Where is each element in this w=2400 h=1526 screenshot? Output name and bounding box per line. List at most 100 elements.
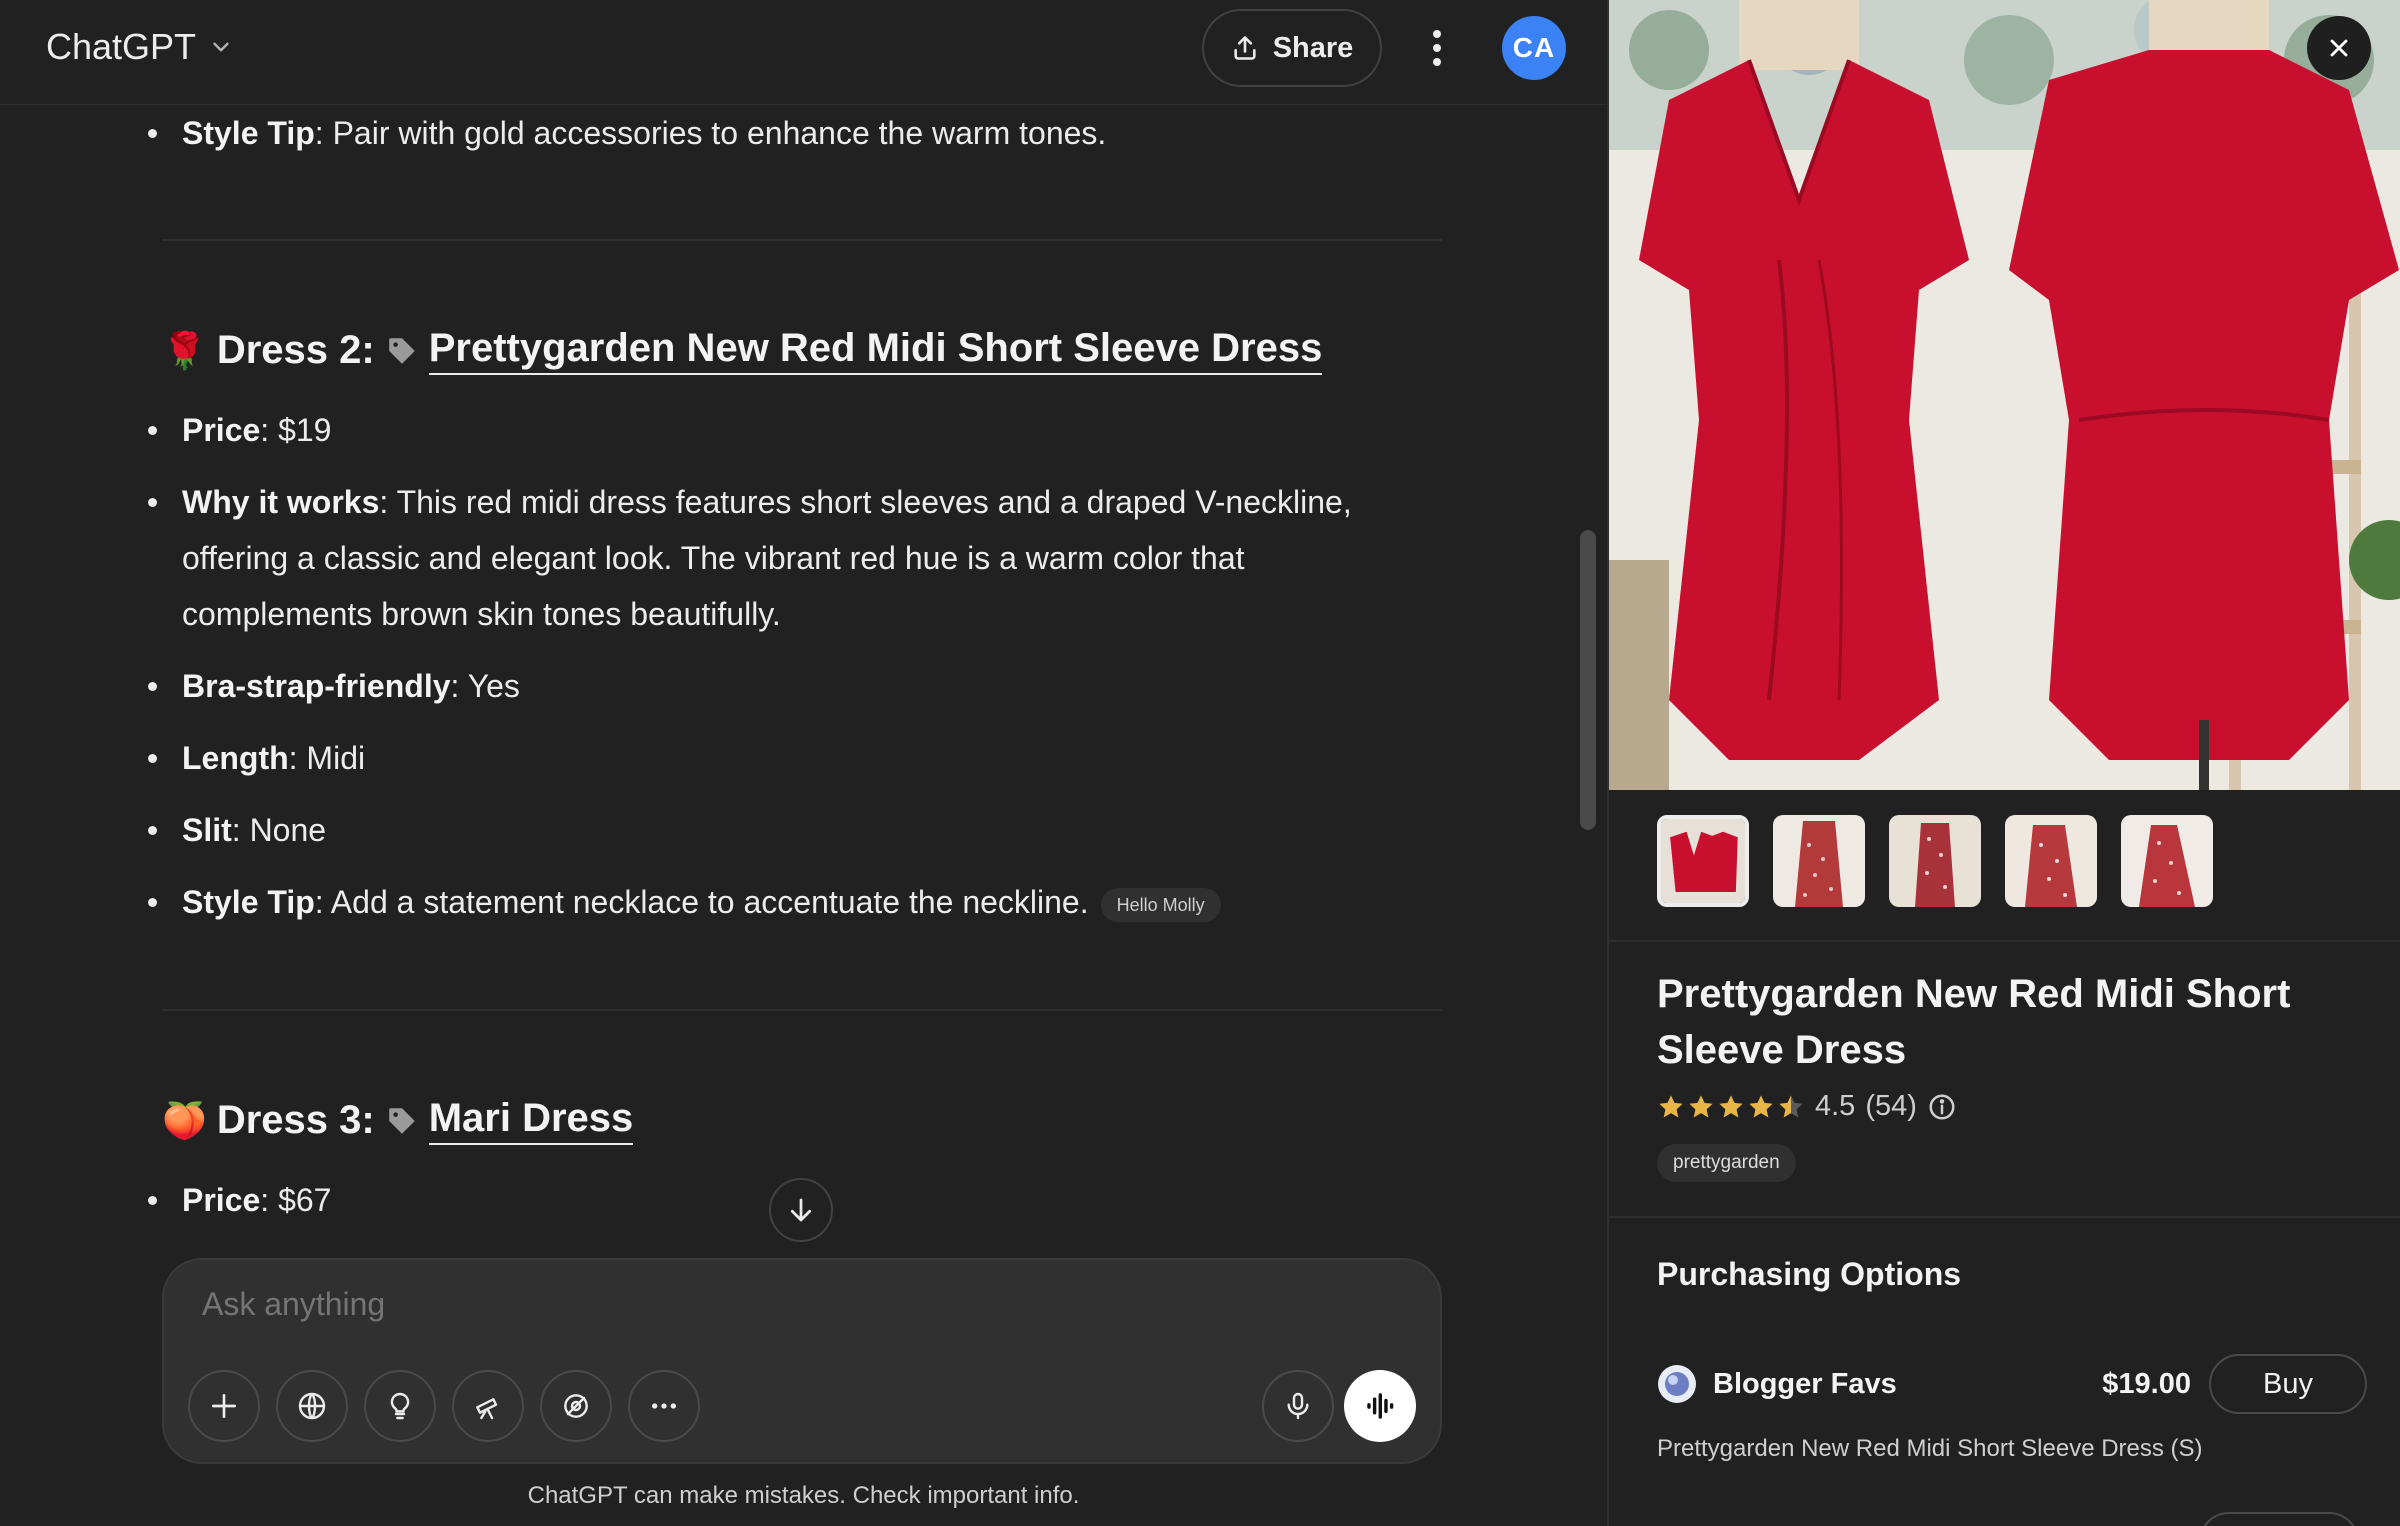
list-item: Slit: None (148, 802, 1432, 858)
more-icon (652, 1403, 676, 1409)
waveform-icon (1367, 1393, 1394, 1419)
thumbnail[interactable] (1889, 815, 1981, 907)
dictate-button[interactable] (1262, 1370, 1334, 1442)
voice-mode-button[interactable] (1344, 1370, 1416, 1442)
globe-icon (298, 1392, 326, 1420)
plus-icon (212, 1394, 236, 1418)
bullet-label: Why it works (182, 484, 380, 520)
seller-name: Blogger Favs (1713, 1367, 1897, 1400)
bullet-text: : Midi (288, 740, 366, 776)
close-button[interactable] (2307, 16, 2371, 80)
panel-divider (1609, 940, 2400, 942)
seller-logo-icon (1658, 1365, 1696, 1403)
section-divider (162, 1009, 1442, 1011)
scrollbar[interactable] (1580, 530, 1596, 830)
product-title: Prettygarden New Red Midi Short Sleeve D… (1657, 972, 2291, 1072)
list-item: Price: $19 (148, 402, 1432, 458)
scroll-down-button[interactable] (769, 1178, 833, 1242)
dress-2-heading: 🌹 Dress 2: Prettygarden New Red Midi Sho… (162, 326, 1323, 375)
model-selector[interactable]: ChatGPT (46, 26, 234, 68)
avatar[interactable]: CA (1502, 16, 1566, 80)
source-chip[interactable]: Hello Molly (1100, 887, 1221, 922)
close-icon (2330, 39, 2348, 57)
dress-photo (1609, 0, 2400, 790)
top-bar: ChatGPT Share CA (0, 0, 1607, 105)
list-item: Why it works: This red midi dress featur… (148, 474, 1432, 642)
disclaimer: ChatGPT can make mistakes. Check importa… (527, 1482, 1080, 1509)
rating-value: 4.5 (1815, 1090, 1856, 1122)
purchasing-options-title: Purchasing Options (1657, 1256, 1962, 1292)
chevron-down-icon (213, 42, 229, 52)
dress-2-prefix: Dress 2: (216, 328, 375, 372)
seller-row: Blogger Favs $19.00 Buy (1657, 1354, 2367, 1414)
list-item: Bra-strap-friendly: Yes (148, 658, 1432, 714)
deep-research-button[interactable] (452, 1370, 524, 1442)
bullet-label: Style Tip (182, 115, 315, 151)
bullet-label: Price (182, 412, 261, 448)
star-icon (1719, 1094, 1743, 1117)
web-search-button[interactable] (276, 1370, 348, 1442)
star-icon (1659, 1094, 1683, 1117)
list-item: Style Tip: Add a statement necklace to a… (148, 874, 1432, 930)
bullet-text: : Yes (450, 668, 520, 704)
peach-emoji-icon: 🍑 (162, 1099, 207, 1141)
composer (162, 1258, 1442, 1464)
chat-pane: ChatGPT Share CA Style Tip: Pair with go… (0, 0, 1607, 1526)
think-button[interactable] (364, 1370, 436, 1442)
buy-button[interactable] (2199, 1512, 2359, 1526)
dress-3-product-link[interactable]: Mari Dress (428, 1096, 634, 1145)
bullet-label: Bra-strap-friendly (182, 668, 451, 704)
prompt-input[interactable] (202, 1286, 1302, 1323)
share-button[interactable]: Share (1202, 9, 1382, 87)
create-image-button[interactable] (540, 1370, 612, 1442)
share-icon (1234, 36, 1256, 60)
info-icon[interactable] (1927, 1092, 1957, 1122)
product-panel: Prettygarden New Red Midi Short Sleeve D… (1607, 0, 2400, 1526)
bullet-label: Price (182, 1182, 261, 1218)
thumbnail[interactable] (1773, 815, 1865, 907)
brand-chip[interactable]: prettygarden (1657, 1144, 1796, 1182)
bullet-label: Slit (182, 812, 232, 848)
more-options-icon[interactable] (1418, 24, 1456, 72)
arrow-down-icon (790, 1198, 812, 1222)
star-icon (1749, 1094, 1773, 1117)
star-rating (1657, 1093, 1805, 1121)
rose-emoji-icon: 🌹 (162, 329, 207, 371)
paint-icon (564, 1394, 588, 1418)
thumbnail-strip (1657, 815, 2213, 907)
dress-3-prefix: Dress 3: (216, 1098, 375, 1142)
model-name-label: ChatGPT (46, 26, 197, 67)
bullet-label: Length (182, 740, 289, 776)
dress-2-product-link[interactable]: Prettygarden New Red Midi Short Sleeve D… (428, 326, 1323, 375)
bullet-text: : None (231, 812, 327, 848)
star-icon (1779, 1094, 1803, 1117)
product-hero-image[interactable] (1609, 0, 2400, 790)
more-tools-button[interactable] (628, 1370, 700, 1442)
seller-price: $19.00 (2102, 1367, 2191, 1400)
bullet-text: : $19 (260, 412, 332, 448)
bullet-label: Style Tip (182, 884, 315, 920)
bullet-text: : Add a statement necklace to accentuate… (314, 884, 1089, 920)
section-divider (162, 239, 1442, 241)
tag-icon (388, 337, 415, 364)
seller-product-description: Prettygarden New Red Midi Short Sleeve D… (1657, 1435, 2203, 1462)
thumbnail[interactable] (2121, 815, 2213, 907)
bullet-text: : Pair with gold accessories to enhance … (314, 115, 1107, 151)
thumbnail[interactable] (1657, 815, 1749, 907)
dress-3-heading: 🍑 Dress 3: Mari Dress (162, 1096, 634, 1145)
microphone-icon (1287, 1392, 1309, 1420)
add-button[interactable] (188, 1370, 260, 1442)
review-count[interactable]: (54) (1865, 1090, 1917, 1123)
telescope-icon (476, 1398, 498, 1420)
share-label: Share (1272, 31, 1354, 64)
bullet-text: : $67 (260, 1182, 332, 1218)
lightbulb-icon (390, 1392, 410, 1420)
buy-button[interactable]: Buy (2209, 1354, 2367, 1414)
panel-divider (1609, 1216, 2400, 1218)
product-rating: 4.5 (54) (1657, 1090, 1957, 1123)
list-item: Style Tip: Pair with gold accessories to… (148, 105, 1432, 161)
list-item: Length: Midi (148, 730, 1432, 786)
thumbnail[interactable] (2005, 815, 2097, 907)
star-icon (1689, 1094, 1713, 1117)
tag-icon (388, 1107, 415, 1134)
